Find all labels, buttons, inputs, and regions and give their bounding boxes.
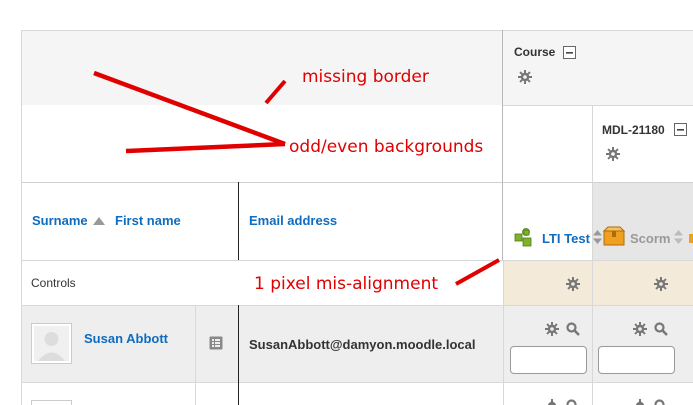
grid-line (592, 105, 593, 405)
annotation-line (125, 141, 286, 154)
category-label: MDL-21180 (602, 123, 665, 137)
annotation-misalignment: 1 pixel mis-alignment (254, 274, 439, 294)
sort-icon[interactable] (593, 230, 602, 247)
annotation-odd-even: odd/even backgrounds (289, 137, 484, 157)
avatar[interactable] (31, 400, 72, 405)
grid-line (238, 182, 239, 260)
course-label: Course (514, 45, 556, 59)
gear-icon[interactable] (545, 322, 559, 336)
email-sort-link[interactable]: Email address (249, 213, 337, 228)
search-icon[interactable] (654, 399, 668, 405)
package-icon (602, 226, 626, 249)
grid-line (238, 305, 239, 405)
grid-line (503, 260, 504, 405)
lti-test-item-link[interactable]: LTI Test (542, 231, 590, 246)
grid-line (21, 30, 22, 405)
surname-sort-link[interactable]: Surname (32, 213, 88, 228)
course-header-cell (503, 30, 693, 105)
search-icon[interactable] (566, 322, 580, 336)
controls-label: Controls (31, 276, 76, 290)
report-icon[interactable] (209, 336, 223, 353)
puzzle-icon (513, 226, 535, 251)
gear-icon[interactable] (633, 322, 647, 336)
first-name-sort-link[interactable]: First name (115, 213, 181, 228)
top-left-header-bg (21, 30, 503, 105)
grid-line (195, 305, 196, 405)
gear-icon[interactable] (566, 277, 580, 291)
search-icon[interactable] (654, 322, 668, 336)
controls-cell-scorm (592, 260, 693, 305)
grade-input[interactable] (510, 346, 587, 374)
sort-icon[interactable] (674, 230, 683, 247)
package-icon (688, 229, 693, 243)
grid-line (502, 30, 503, 260)
avatar[interactable] (31, 323, 72, 364)
grid-line (503, 105, 693, 106)
gear-icon[interactable] (633, 399, 647, 405)
user-name-link[interactable]: Susan Abbott (84, 331, 168, 346)
annotation-missing-border: missing border (302, 67, 429, 87)
grade-input[interactable] (598, 346, 675, 374)
gear-icon[interactable] (606, 147, 620, 161)
gear-icon[interactable] (654, 277, 668, 291)
gear-icon[interactable] (518, 70, 532, 84)
annotation-line (455, 258, 500, 286)
scorm-item-link[interactable]: Scorm (630, 231, 670, 246)
collapse-icon[interactable] (563, 46, 576, 59)
sort-ascending-icon (93, 213, 105, 228)
search-icon[interactable] (566, 399, 580, 405)
grid-line (21, 30, 693, 31)
gear-icon[interactable] (545, 399, 559, 405)
user-email: SusanAbbott@damyon.moodle.local (249, 337, 476, 352)
collapse-icon[interactable] (674, 123, 687, 136)
